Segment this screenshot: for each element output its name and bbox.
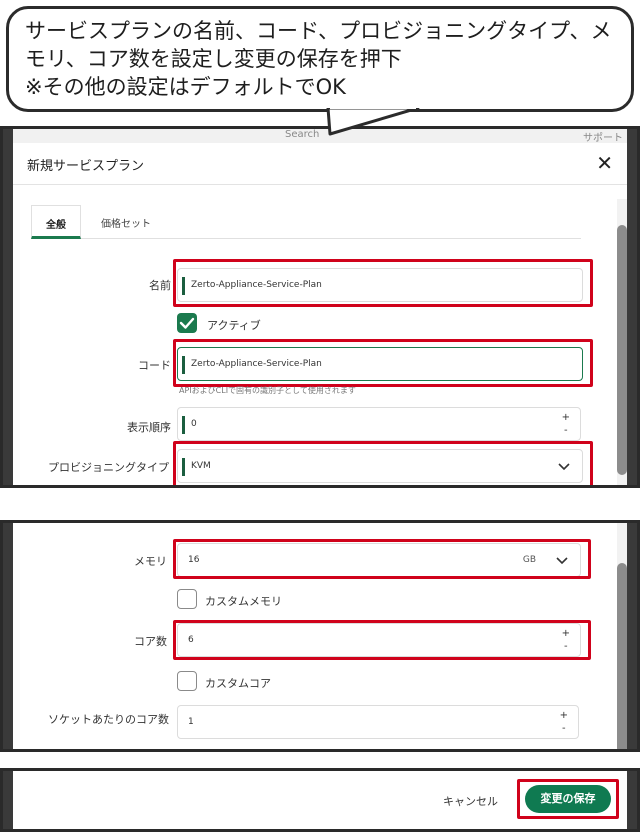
core-count-field[interactable]: 6 + -: [177, 623, 581, 657]
scrollbar-thumb[interactable]: [617, 225, 627, 475]
core-count-value: 6: [188, 635, 194, 645]
cancel-button[interactable]: キャンセル: [443, 793, 498, 809]
modal-header: 新規サービスプラン ✕: [13, 143, 627, 185]
core-count-label: コア数: [134, 635, 167, 648]
stepper-minus[interactable]: -: [562, 723, 566, 734]
tab-price-set[interactable]: 価格セット: [87, 205, 165, 239]
memory-unit: GB: [522, 555, 536, 565]
form-footer-panel: キャンセル 変更の保存: [0, 768, 640, 832]
code-field[interactable]: Zerto-Appliance-Service-Plan: [177, 347, 583, 381]
stepper-plus[interactable]: +: [562, 412, 570, 423]
active-checkbox[interactable]: [177, 313, 197, 333]
cores-per-socket-label: ソケットあたりのコア数: [48, 713, 169, 726]
left-shadow: [3, 129, 13, 485]
right-shadow: [627, 129, 637, 485]
code-label: コード: [138, 359, 171, 372]
code-hint: APIおよびCLIで固有の識別子として使用されます: [179, 386, 356, 395]
callout-tail: [326, 108, 420, 136]
core-count-stepper[interactable]: + -: [562, 627, 570, 653]
display-order-label: 表示順序: [127, 421, 171, 434]
right-shadow: [627, 523, 637, 749]
field-marker: [182, 458, 185, 476]
memory-field[interactable]: 16 GB: [177, 543, 581, 577]
stepper-plus[interactable]: +: [562, 628, 570, 639]
save-changes-button[interactable]: 変更の保存: [525, 785, 611, 813]
provisioning-type-value: KVM: [191, 461, 211, 471]
instruction-callout: サービスプランの名前、コード、プロビジョニングタイプ、メ モリ、コア数を設定し変…: [6, 6, 634, 112]
checkmark-icon: [179, 317, 195, 329]
bg-support-link: サポート: [583, 133, 623, 144]
left-shadow: [3, 771, 13, 829]
callout-line-2: モリ、コア数を設定し変更の保存を押下: [25, 47, 402, 71]
chevron-down-icon: [556, 557, 568, 565]
name-label: 名前: [149, 279, 171, 292]
scrollbar-thumb[interactable]: [617, 563, 627, 749]
close-icon[interactable]: ✕: [596, 151, 613, 175]
callout-line-1: サービスプランの名前、コード、プロビジョニングタイプ、メ: [25, 19, 612, 43]
modal-title: 新規サービスプラン: [27, 159, 145, 174]
active-label: アクティブ: [207, 319, 261, 332]
display-order-field[interactable]: 0 + -: [177, 407, 581, 441]
tab-bar: 全般 価格セット: [31, 205, 581, 239]
field-marker: [182, 277, 185, 295]
form-panel-top: Search サポート 新規サービスプラン ✕ 全般 価格セット 名前 Zert…: [0, 126, 640, 488]
stepper-minus[interactable]: -: [564, 425, 568, 436]
memory-value: 16: [188, 555, 200, 565]
provisioning-type-select[interactable]: KVM: [177, 449, 583, 483]
name-field[interactable]: Zerto-Appliance-Service-Plan: [177, 268, 583, 302]
cores-per-socket-stepper[interactable]: + -: [560, 709, 568, 735]
left-shadow: [3, 523, 13, 749]
form-panel-middle: メモリ 16 GB カスタムメモリ コア数 6 + - カスタムコア ソケットあた…: [0, 520, 640, 752]
custom-core-label: カスタムコア: [205, 677, 271, 690]
bg-search-placeholder: Search: [285, 129, 320, 140]
stepper-minus[interactable]: -: [564, 641, 568, 652]
right-shadow: [627, 771, 637, 829]
custom-memory-checkbox[interactable]: [177, 589, 197, 609]
cores-per-socket-value: 1: [188, 717, 194, 727]
cores-per-socket-field[interactable]: 1 + -: [177, 705, 579, 739]
display-order-value: 0: [191, 419, 197, 429]
tab-general[interactable]: 全般: [31, 205, 81, 239]
provisioning-type-label: プロビジョニングタイプ: [48, 461, 169, 474]
field-marker: [182, 416, 185, 434]
custom-core-checkbox[interactable]: [177, 671, 197, 691]
chevron-down-icon: [558, 463, 570, 471]
stepper-plus[interactable]: +: [560, 710, 568, 721]
callout-line-3: ※その他の設定はデフォルトでOK: [25, 75, 346, 99]
display-order-stepper[interactable]: + -: [562, 411, 570, 437]
name-value: Zerto-Appliance-Service-Plan: [191, 280, 322, 290]
field-marker: [182, 356, 185, 374]
custom-memory-label: カスタムメモリ: [205, 595, 282, 608]
memory-label: メモリ: [134, 555, 167, 568]
code-value: Zerto-Appliance-Service-Plan: [191, 359, 322, 369]
